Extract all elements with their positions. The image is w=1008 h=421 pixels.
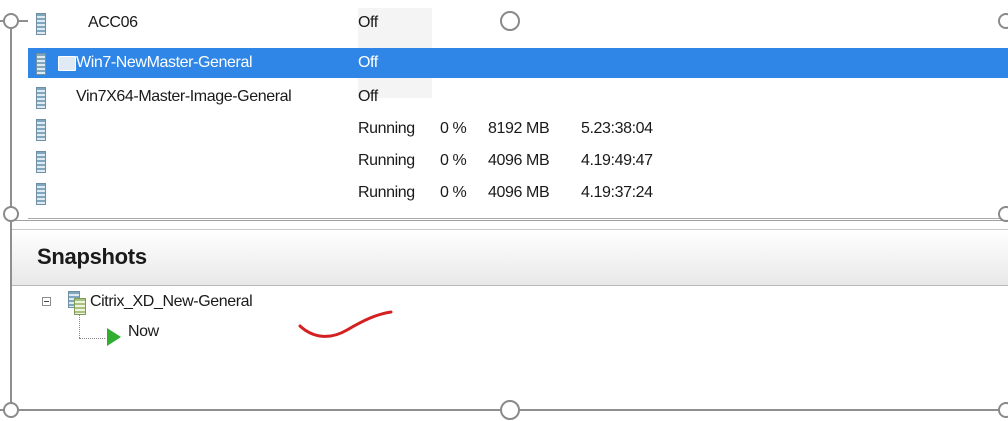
vm-name: Win7-NewMaster-General xyxy=(76,54,253,71)
resize-handle-bottom-right[interactable] xyxy=(998,402,1008,418)
virtual-machine-icon xyxy=(36,183,46,205)
vm-state: Off xyxy=(358,14,378,31)
resize-handle-top-left[interactable] xyxy=(3,13,19,29)
virtual-machine-icon xyxy=(36,87,46,109)
vm-name: Vin7X64-Master-Image-General xyxy=(76,88,292,105)
vm-row[interactable]: Running 0 % 4096 MB 4.19:37:24 xyxy=(28,178,1008,208)
snapshot-icon xyxy=(68,291,86,315)
vm-state: Off xyxy=(358,88,378,105)
vm-row-selected[interactable]: Win7-NewMaster-General Off xyxy=(28,48,1008,78)
virtual-machine-icon xyxy=(36,13,46,35)
vm-state: Running xyxy=(358,120,415,137)
tree-connector xyxy=(79,338,105,339)
resize-handle-top-center[interactable] xyxy=(500,11,520,31)
snapshots-title: Snapshots xyxy=(37,244,147,269)
resize-handle-bottom-center[interactable] xyxy=(500,400,520,420)
vm-row[interactable]: Running 0 % 4096 MB 4.19:49:47 xyxy=(28,146,1008,176)
tree-connector xyxy=(79,314,80,338)
vm-name: ACC06 xyxy=(88,14,138,31)
vm-row[interactable]: Vin7X64-Master-Image-General Off xyxy=(28,82,1008,112)
monitor-icon xyxy=(58,56,76,71)
snapshot-tree-item-root[interactable]: Citrix_XD_New-General xyxy=(90,293,253,311)
vm-assigned-memory: 8192 MB xyxy=(488,120,550,137)
vm-cpu-usage: 0 % xyxy=(440,184,467,201)
resize-handle-top-right[interactable] xyxy=(998,13,1008,29)
virtual-machine-icon xyxy=(36,53,46,75)
resize-handle-middle-right[interactable] xyxy=(998,206,1008,222)
vm-uptime: 4.19:49:47 xyxy=(581,152,653,169)
vm-state: Running xyxy=(358,184,415,201)
snapshots-pane-header[interactable]: Snapshots xyxy=(12,229,1008,286)
vm-uptime: 5.23:38:04 xyxy=(581,120,653,137)
vm-assigned-memory: 4096 MB xyxy=(488,184,550,201)
virtual-machine-icon xyxy=(36,151,46,173)
play-triangle-icon xyxy=(107,328,121,346)
vm-list-panel: ACC06 Off Win7-NewMaster-General Off Vin… xyxy=(28,8,1008,219)
vm-cpu-usage: 0 % xyxy=(440,152,467,169)
resize-handle-bottom-left[interactable] xyxy=(3,402,19,418)
vm-assigned-memory: 4096 MB xyxy=(488,152,550,169)
vm-cpu-usage: 0 % xyxy=(440,120,467,137)
selection-frame-mid xyxy=(12,220,1008,221)
resize-handle-middle-left[interactable] xyxy=(3,206,19,222)
annotation-mark xyxy=(298,310,393,338)
virtual-machine-icon xyxy=(36,119,46,141)
vm-state: Off xyxy=(358,54,378,71)
vm-row[interactable]: Running 0 % 8192 MB 5.23:38:04 xyxy=(28,114,1008,144)
vm-uptime: 4.19:37:24 xyxy=(581,184,653,201)
collapse-minus-icon[interactable] xyxy=(42,297,51,306)
vm-state: Running xyxy=(358,152,415,169)
snapshot-tree-item-now[interactable]: Now xyxy=(128,323,159,341)
